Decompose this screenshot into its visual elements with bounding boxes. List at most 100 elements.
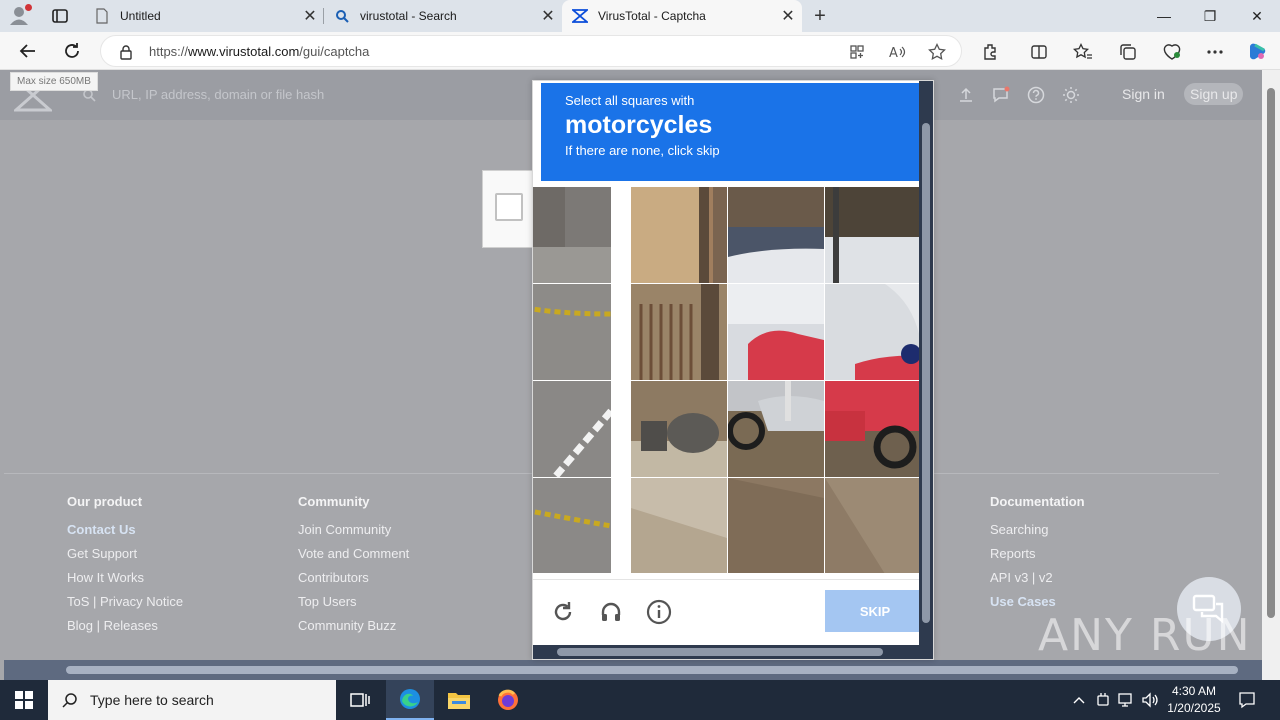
collections-icon[interactable] (1117, 41, 1139, 63)
info-icon[interactable] (643, 596, 675, 628)
captcha-tile[interactable] (631, 381, 727, 477)
footer-link-tos[interactable]: ToS | Privacy Notice (67, 594, 183, 618)
split-screen-icon[interactable] (1028, 41, 1050, 63)
footer-link-vote-comment[interactable]: Vote and Comment (298, 546, 409, 570)
browser-essentials-icon[interactable] (1161, 41, 1183, 63)
captcha-tile[interactable] (825, 381, 919, 477)
captcha-tile[interactable] (728, 381, 824, 477)
scrollbar-thumb[interactable] (66, 666, 1238, 674)
captcha-tile[interactable] (533, 187, 611, 283)
captcha-instructions: Select all squares with motorcycles If t… (541, 83, 919, 181)
volume-icon[interactable] (1141, 691, 1159, 709)
anyrun-watermark: ANY RUN (1038, 610, 1252, 661)
notification-center-icon[interactable] (1238, 691, 1256, 709)
tab-title: Untitled (120, 9, 161, 23)
footer-link-top-users[interactable]: Top Users (298, 594, 409, 618)
system-clock[interactable]: 4:30 AM 1/20/2025 (1162, 683, 1226, 717)
virustotal-logo-icon (572, 8, 588, 24)
captcha-tile[interactable] (825, 478, 919, 573)
page-icon (94, 8, 110, 24)
task-view-icon[interactable] (336, 680, 384, 720)
notification-dot (25, 4, 32, 11)
footer-link-contributors[interactable]: Contributors (298, 570, 409, 594)
sign-up-button[interactable]: Sign up (1184, 83, 1244, 105)
captcha-tile[interactable] (533, 381, 611, 477)
captcha-challenge: Select all squares with motorcycles If t… (532, 80, 934, 660)
copilot-icon[interactable] (1246, 41, 1268, 63)
captcha-checkbox[interactable] (495, 193, 523, 221)
tab-close-button[interactable]: ✕ (534, 6, 562, 26)
network-icon[interactable] (1117, 691, 1135, 709)
footer-link-how-it-works[interactable]: How It Works (67, 570, 183, 594)
scrollbar-thumb[interactable] (1267, 88, 1275, 618)
close-window-button[interactable]: ✕ (1234, 0, 1280, 32)
tab-untitled[interactable]: Untitled ✕ (84, 0, 324, 32)
audio-challenge-icon[interactable] (595, 596, 627, 628)
search-input[interactable]: URL, IP address, domain or file hash (112, 87, 324, 102)
windows-start-icon[interactable] (0, 680, 48, 720)
device-icon[interactable] (1094, 691, 1112, 709)
tab-virustotal-captcha[interactable]: VirusTotal - Captcha ✕ (562, 0, 802, 32)
scrollbar-thumb[interactable] (557, 648, 883, 656)
new-tab-button[interactable]: + (808, 4, 832, 28)
file-explorer-icon[interactable] (435, 680, 483, 720)
extensions-icon[interactable] (980, 41, 1002, 63)
app-available-icon[interactable] (847, 42, 867, 62)
profile-avatar-icon[interactable] (8, 4, 34, 28)
footer-link-searching[interactable]: Searching (990, 522, 1085, 546)
show-hidden-icons-icon[interactable] (1070, 691, 1088, 709)
favorite-star-icon[interactable] (927, 42, 947, 62)
address-bar[interactable]: https://www.virustotal.com/gui/captcha A (100, 35, 962, 67)
footer-link-reports[interactable]: Reports (990, 546, 1085, 570)
captcha-tile[interactable] (825, 284, 919, 380)
maximize-button[interactable]: ❐ (1187, 0, 1233, 32)
help-icon[interactable] (1027, 86, 1045, 104)
captcha-tile[interactable] (631, 284, 727, 380)
tab-close-button[interactable]: ✕ (296, 6, 324, 26)
captcha-vertical-scrollbar[interactable] (919, 81, 933, 645)
footer-link-api[interactable]: API v3 | v2 (990, 570, 1085, 594)
footer-link-contact-us[interactable]: Contact Us (67, 522, 183, 546)
captcha-tile[interactable] (631, 478, 727, 573)
footer-link-community-buzz[interactable]: Community Buzz (298, 618, 409, 642)
taskbar: Type here to search 4:30 AM 1/20/2025 (0, 680, 1280, 720)
captcha-tile[interactable] (728, 187, 824, 283)
captcha-tile[interactable] (533, 284, 611, 380)
firefox-icon[interactable] (484, 680, 532, 720)
tab-strip: Untitled ✕ virustotal - Search ✕ VirusTo… (0, 0, 1280, 32)
captcha-tile[interactable] (728, 478, 824, 573)
lock-icon[interactable] (119, 44, 133, 65)
captcha-tile[interactable] (533, 478, 611, 573)
upload-icon[interactable] (957, 86, 975, 104)
captcha-horizontal-scrollbar[interactable] (533, 645, 933, 659)
captcha-tile[interactable] (728, 284, 824, 380)
favorites-icon[interactable] (1072, 41, 1094, 63)
tab-close-button[interactable]: ✕ (774, 6, 802, 26)
horizontal-scrollbar[interactable] (4, 660, 1262, 680)
skip-button[interactable]: SKIP (825, 590, 925, 632)
theme-toggle-icon[interactable] (1062, 86, 1080, 104)
captcha-tile[interactable] (631, 187, 727, 283)
search-icon (62, 693, 77, 708)
footer-column-product: Our product Contact Us Get Support How I… (67, 494, 183, 642)
tab-actions-icon[interactable] (50, 6, 70, 26)
footer-heading: Documentation (990, 494, 1085, 509)
reload-challenge-icon[interactable] (547, 596, 579, 628)
tab-virustotal-search[interactable]: virustotal - Search ✕ (324, 0, 562, 32)
taskbar-search-placeholder: Type here to search (90, 692, 214, 708)
scrollbar-thumb[interactable] (922, 123, 930, 623)
minimize-button[interactable]: — (1141, 0, 1187, 32)
notifications-icon[interactable] (992, 86, 1010, 104)
sign-in-link[interactable]: Sign in (1122, 86, 1165, 102)
taskbar-search-box[interactable]: Type here to search (48, 680, 336, 720)
more-menu-icon[interactable] (1204, 41, 1226, 63)
read-aloud-icon[interactable]: A (887, 42, 907, 62)
footer-link-blog[interactable]: Blog | Releases (67, 618, 183, 642)
footer-link-get-support[interactable]: Get Support (67, 546, 183, 570)
edge-browser-icon[interactable] (386, 680, 434, 720)
captcha-tile[interactable] (825, 187, 919, 283)
vertical-scrollbar[interactable] (1262, 70, 1280, 680)
back-icon[interactable] (16, 39, 40, 63)
refresh-icon[interactable] (60, 39, 84, 63)
footer-link-join-community[interactable]: Join Community (298, 522, 409, 546)
